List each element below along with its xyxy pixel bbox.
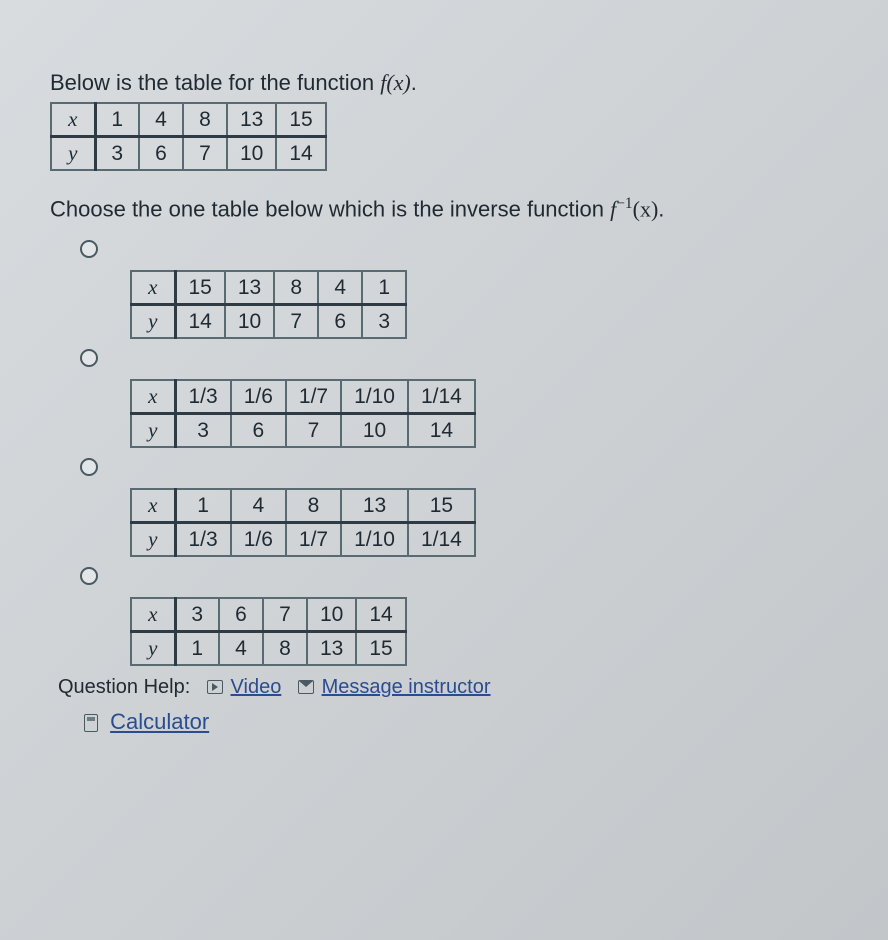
radio-icon[interactable] [80,458,98,476]
option-4[interactable]: x 3 6 7 10 14 y 1 4 8 13 15 [74,567,870,666]
option-1-table: x 15 13 8 4 1 y 14 10 7 6 3 [130,270,407,339]
mail-icon [298,680,314,694]
intro-text: Below is the table for the function f(x)… [50,70,870,96]
radio-icon[interactable] [80,567,98,585]
calculator-link[interactable]: Calculator [110,709,209,734]
intro-function: f(x) [380,70,411,95]
question-body: Below is the table for the function f(x)… [50,70,870,735]
option-3-table: x 1 4 8 13 15 y 1/3 1/6 1/7 1/10 1/14 [130,488,476,557]
f-row-head: x [51,103,95,137]
intro-prefix: Below is the table for the function [50,70,380,95]
f-row-head: y [51,137,95,171]
video-icon [207,680,223,694]
option-2[interactable]: x 1/3 1/6 1/7 1/10 1/14 y 3 6 7 10 14 [74,349,870,448]
video-link[interactable]: Video [231,676,282,698]
help-label: Question Help: [58,676,190,698]
f-table: x 1 4 8 13 15 y 3 6 7 10 14 [50,102,327,171]
message-instructor-link[interactable]: Message instructor [322,676,491,698]
calculator-icon [84,714,98,732]
option-1[interactable]: x 15 13 8 4 1 y 14 10 7 6 3 [74,240,870,339]
question-help-row: Question Help: Video Message instructor [58,676,870,699]
prompt-inverse: Choose the one table below which is the … [50,195,870,222]
calculator-row: Calculator [84,709,870,735]
radio-icon[interactable] [80,349,98,367]
options-group: x 15 13 8 4 1 y 14 10 7 6 3 [74,240,870,666]
option-4-table: x 3 6 7 10 14 y 1 4 8 13 15 [130,597,407,666]
option-3[interactable]: x 1 4 8 13 15 y 1/3 1/6 1/7 1/10 1/14 [74,458,870,557]
option-2-table: x 1/3 1/6 1/7 1/10 1/14 y 3 6 7 10 14 [130,379,476,448]
radio-icon[interactable] [80,240,98,258]
